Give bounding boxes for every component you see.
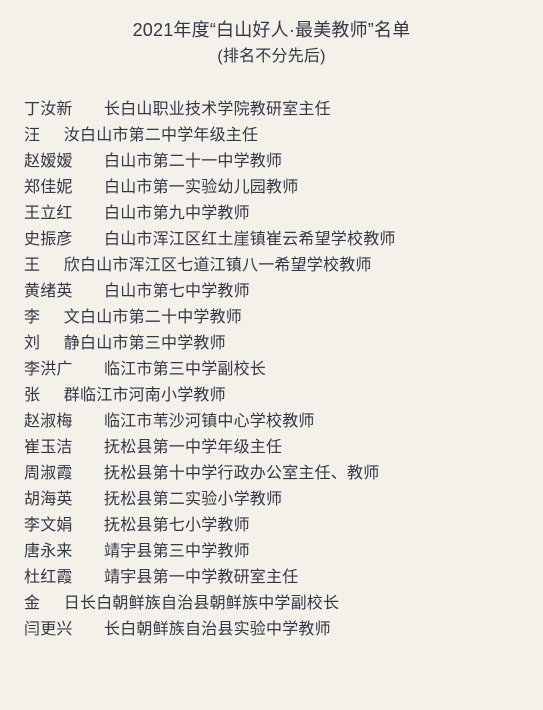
- list-item: 王立红 白山市第九中学教师: [0, 201, 543, 227]
- honoree-description: 临江市第三中学副校长: [104, 361, 267, 378]
- honoree-description: 白山市第七中学教师: [104, 283, 250, 300]
- honoree-description: 白山市第三中学教师: [80, 335, 226, 352]
- honoree-name: 张群​: [24, 387, 80, 404]
- honoree-name: 刘静​: [24, 335, 80, 352]
- honoree-description: 靖宇县第三中学教师: [104, 543, 250, 560]
- list-item: 周淑霞 抚松县第十中学行政办公室主任、教师: [0, 461, 543, 487]
- list-item: 丁汝新 长白山职业技术学院教研室主任: [0, 97, 543, 123]
- honoree-name: 赵嫒嫒: [24, 153, 73, 170]
- honoree-description: 抚松县第十中学行政办公室主任、教师: [104, 465, 380, 482]
- honoree-description: 抚松县第一中学年级主任: [104, 439, 283, 456]
- list-item: 唐永来 靖宇县第三中学教师: [0, 539, 543, 565]
- honoree-description: 白山市第二中学年级主任: [80, 127, 259, 144]
- honoree-description: 靖宇县第一中学教研室主任: [104, 569, 299, 586]
- list-item: 李文​白山市第二十中学教师: [0, 305, 543, 331]
- list-item: 张群​临江市河南小学教师: [0, 383, 543, 409]
- honoree-name: 杜红霞: [24, 569, 73, 586]
- honoree-name: 汪汝​: [24, 127, 80, 144]
- list-item: 李文娟 抚松县第七小学教师: [0, 513, 543, 539]
- document-heading: 2021年度“白山好人·最美教师”名单 (排名不分先后): [0, 0, 543, 70]
- honoree-description: 白山市第一实验幼儿园教师: [104, 179, 299, 196]
- honoree-description: 白山市浑江区七道江镇八一希望学校教师: [80, 257, 372, 274]
- honoree-name: 赵淑梅: [24, 413, 73, 430]
- list-item: 李洪广 临江市第三中学副校长: [0, 357, 543, 383]
- honoree-list: 丁汝新长白山职业技术学院教研室主任汪汝​白山市第二中学年级主任赵嫒嫒白山市第二十…: [0, 97, 543, 643]
- list-item: 闫更兴 长白朝鲜族自治县实验中学教师: [0, 617, 543, 643]
- honoree-description: 白山市第二十一中学教师: [104, 153, 283, 170]
- honoree-description: 长白山职业技术学院教研室主任: [104, 101, 331, 118]
- list-item: 黄绪英 白山市第七中学教师: [0, 279, 543, 305]
- list-item: 刘静​白山市第三中学教师: [0, 331, 543, 357]
- list-item: 杜红霞 靖宇县第一中学教研室主任: [0, 565, 543, 591]
- list-item: 史振彦 白山市浑江区红土崖镇崔云希望学校教师: [0, 227, 543, 253]
- document-page: 2021年度“白山好人·最美教师”名单 (排名不分先后) 丁汝新 长白山职业技术学…: [0, 0, 543, 710]
- list-item: 赵淑梅 临江市苇沙河镇中心学校教师: [0, 409, 543, 435]
- honoree-name: 闫更兴: [24, 621, 73, 638]
- honoree-description: 白山市浑江区红土崖镇崔云希望学校教师: [104, 231, 396, 248]
- honoree-description: 长白朝鲜族自治县实验中学教师: [104, 621, 331, 638]
- list-item: 王欣​白山市浑江区七道江镇八一希望学校教师: [0, 253, 543, 279]
- honoree-name: 胡海英: [24, 491, 73, 508]
- honoree-name: 史振彦: [24, 231, 73, 248]
- honoree-description: 临江市河南小学教师: [80, 387, 226, 404]
- honoree-name: 崔玉洁: [24, 439, 73, 456]
- honoree-name: 李文​: [24, 309, 80, 326]
- list-item: 汪汝​白山市第二中学年级主任: [0, 123, 543, 149]
- honoree-name: 王欣​: [24, 257, 80, 274]
- honoree-description: 抚松县第七小学教师: [104, 517, 250, 534]
- page-title: 2021年度“白山好人·最美教师”名单: [132, 20, 411, 40]
- honoree-name: 李文娟: [24, 517, 73, 534]
- honoree-name: 李洪广: [24, 361, 73, 378]
- list-item: 赵嫒嫒 白山市第二十一中学教师: [0, 149, 543, 175]
- honoree-name: 丁汝新: [24, 101, 73, 118]
- honoree-name: 郑佳妮: [24, 179, 73, 196]
- honoree-description: 白山市第九中学教师: [104, 205, 250, 222]
- honoree-name: 黄绪英: [24, 283, 73, 300]
- honoree-description: 白山市第二十中学教师: [80, 309, 243, 326]
- list-item: 郑佳妮 白山市第一实验幼儿园教师: [0, 175, 543, 201]
- list-item: 金日​长白朝鲜族自治县朝鲜族中学副校长: [0, 591, 543, 617]
- honoree-description: 长白朝鲜族自治县朝鲜族中学副校长: [80, 595, 340, 612]
- page-subtitle: (排名不分先后): [217, 48, 326, 65]
- honoree-description: 抚松县第二实验小学教师: [104, 491, 283, 508]
- list-item: 崔玉洁 抚松县第一中学年级主任: [0, 435, 543, 461]
- honoree-description: 临江市苇沙河镇中心学校教师: [104, 413, 315, 430]
- honoree-name: 王立红: [24, 205, 73, 222]
- honoree-name: 唐永来: [24, 543, 73, 560]
- honoree-name: 周淑霞: [24, 465, 73, 482]
- honoree-name: 金日​: [24, 595, 80, 612]
- list-item: 胡海英 抚松县第二实验小学教师: [0, 487, 543, 513]
